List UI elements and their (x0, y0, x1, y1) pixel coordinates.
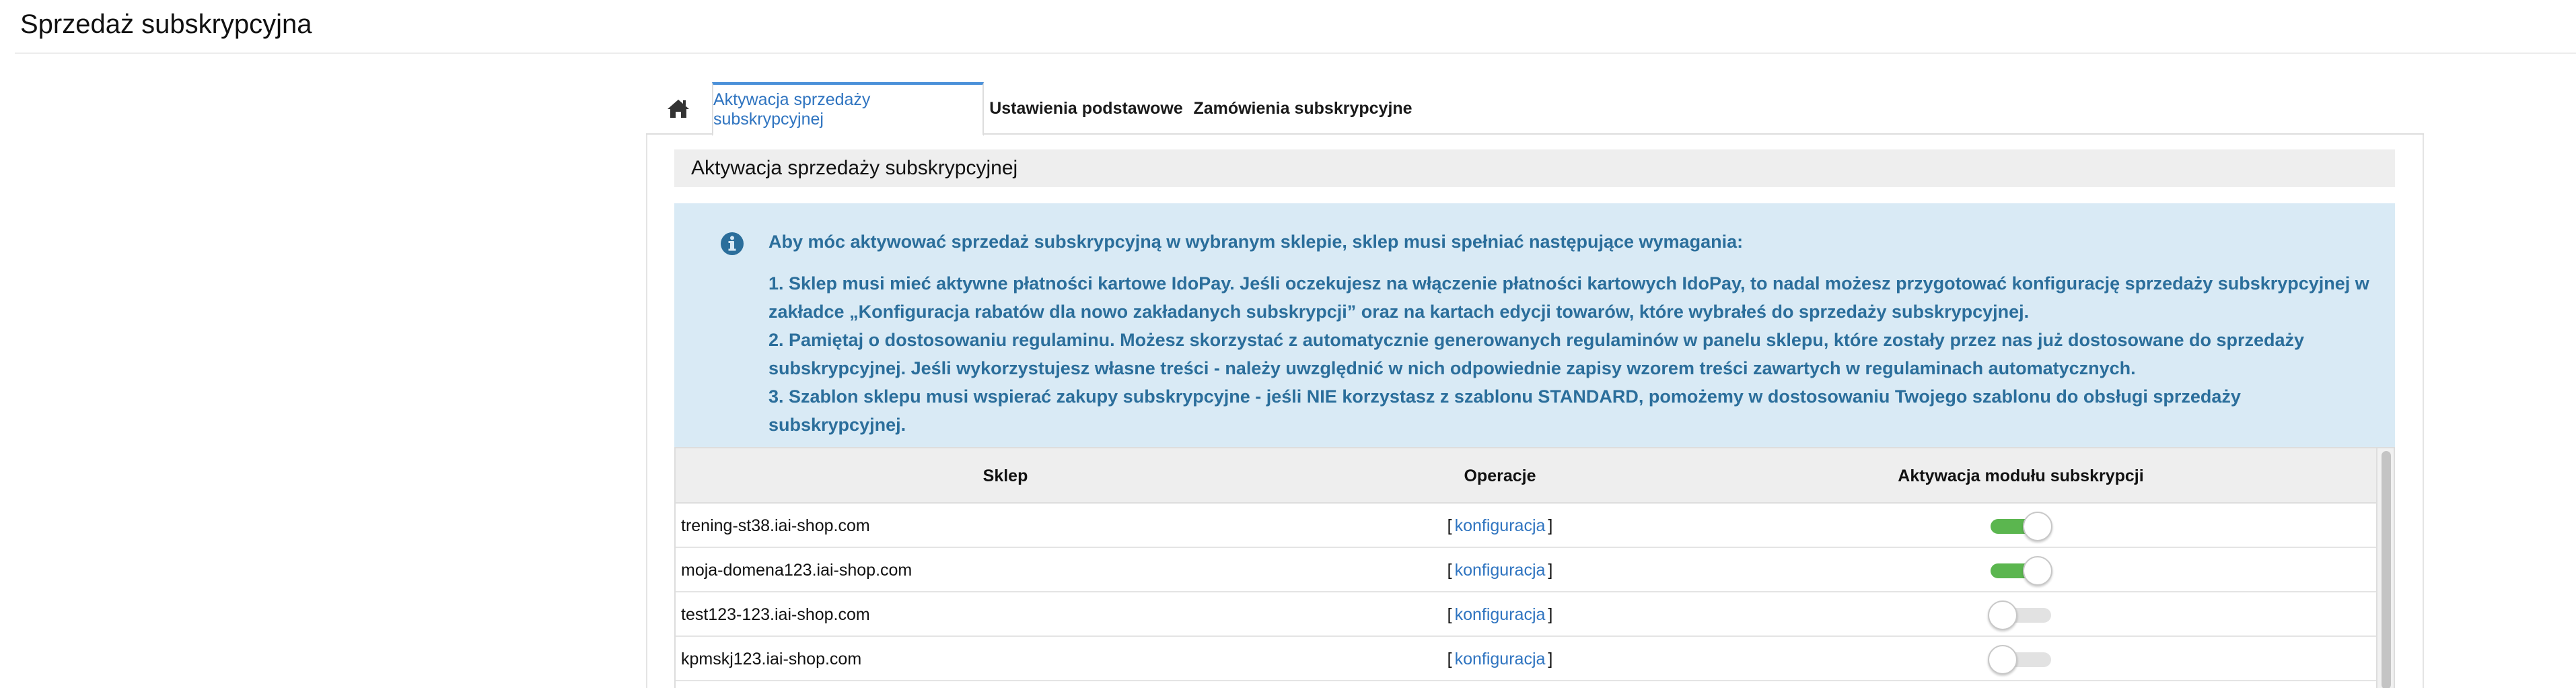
configuration-link[interactable]: konfiguracja (1455, 516, 1546, 536)
table-body: trening-st38.iai-shop.com [ konfiguracja… (676, 504, 2377, 681)
column-header-shop[interactable]: Sklep (676, 448, 1335, 504)
operations-cell: [ konfiguracja ] (1335, 548, 1665, 592)
section-title: Aktywacja sprzedaży subskrypcyjnej (674, 149, 2395, 187)
main-panel: Aktywacja sprzedaży subskrypcyjnej Aby m… (646, 135, 2424, 688)
requirement-item: 3. Szablon sklepu musi wspierać zakupy s… (768, 386, 2241, 435)
table-row: kpmskj123.iai-shop.com [ konfiguracja ] (676, 637, 2377, 681)
shop-name: test123-123.iai-shop.com (681, 605, 870, 624)
tab-bar: Aktywacja sprzedaży subskrypcyjnej Ustaw… (646, 82, 2424, 136)
operations-cell: [ konfiguracja ] (1335, 637, 1665, 681)
bracket-close: ] (1548, 516, 1553, 535)
info-circle-icon (721, 232, 744, 255)
shops-table: Sklep Operacje Aktywacja modułu subskryp… (674, 447, 2395, 688)
operations-cell: [ konfiguracja ] (1335, 504, 1665, 548)
bracket-open: [ (1447, 516, 1452, 535)
configuration-link[interactable]: konfiguracja (1455, 605, 1546, 625)
table-scrollbar[interactable] (2376, 448, 2394, 688)
configuration-link[interactable]: konfiguracja (1455, 561, 1546, 580)
toggle-knob (1988, 600, 2017, 630)
tab-basic-settings[interactable]: Ustawienia podstawowe (988, 82, 1184, 135)
activation-toggle[interactable] (1988, 511, 2054, 541)
toggle-knob (1988, 645, 2017, 675)
activation-toggle[interactable] (1988, 600, 2054, 630)
tab-subscription-orders[interactable]: Zamówienia subskrypcyjne (1188, 82, 1417, 135)
tab-subscription-activation[interactable]: Aktywacja sprzedaży subskrypcyjnej (712, 82, 984, 136)
scrollbar-thumb[interactable] (2382, 451, 2391, 688)
activation-cell (1665, 592, 2377, 637)
column-header-operations[interactable]: Operacje (1335, 448, 1665, 504)
info-text: Aby móc aktywować sprzedaż subskrypcyjną… (768, 228, 2370, 439)
bracket-open: [ (1447, 560, 1452, 580)
shop-name: moja-domena123.iai-shop.com (681, 560, 913, 580)
table-header: Sklep Operacje Aktywacja modułu subskryp… (676, 448, 2377, 504)
bracket-open: [ (1447, 605, 1452, 624)
bracket-open: [ (1447, 649, 1452, 668)
table-row: moja-domena123.iai-shop.com [ konfigurac… (676, 548, 2377, 592)
toggle-knob (2023, 512, 2052, 541)
table-row: trening-st38.iai-shop.com [ konfiguracja… (676, 504, 2377, 548)
home-icon (668, 100, 689, 118)
bracket-close: ] (1548, 560, 1553, 580)
shop-name: kpmskj123.iai-shop.com (681, 649, 862, 668)
info-box: Aby móc aktywować sprzedaż subskrypcyjną… (674, 203, 2395, 450)
table-row: test123-123.iai-shop.com [ konfiguracja … (676, 592, 2377, 637)
bracket-close: ] (1548, 605, 1553, 624)
activation-cell (1665, 548, 2377, 592)
requirement-item: 2. Pamiętaj o dostosowaniu regulaminu. M… (768, 330, 2305, 378)
operations-cell: [ konfiguracja ] (1335, 592, 1665, 637)
page-title: Sprzedaż subskrypcyjna (20, 9, 312, 39)
info-intro: Aby móc aktywować sprzedaż subskrypcyjną… (768, 232, 1744, 252)
activation-cell (1665, 637, 2377, 681)
requirement-item: 1. Sklep musi mieć aktywne płatności kar… (768, 273, 2369, 322)
configuration-link[interactable]: konfiguracja (1455, 650, 1546, 669)
activation-toggle[interactable] (1988, 555, 2054, 586)
page-header: Sprzedaż subskrypcyjna (15, 0, 2576, 54)
activation-cell (1665, 504, 2377, 548)
tab-home[interactable] (646, 82, 711, 135)
shop-name: trening-st38.iai-shop.com (681, 516, 870, 535)
toggle-knob (2023, 556, 2052, 586)
bracket-close: ] (1548, 649, 1553, 668)
column-header-activation[interactable]: Aktywacja modułu subskrypcji (1665, 448, 2377, 504)
activation-toggle[interactable] (1988, 644, 2054, 675)
